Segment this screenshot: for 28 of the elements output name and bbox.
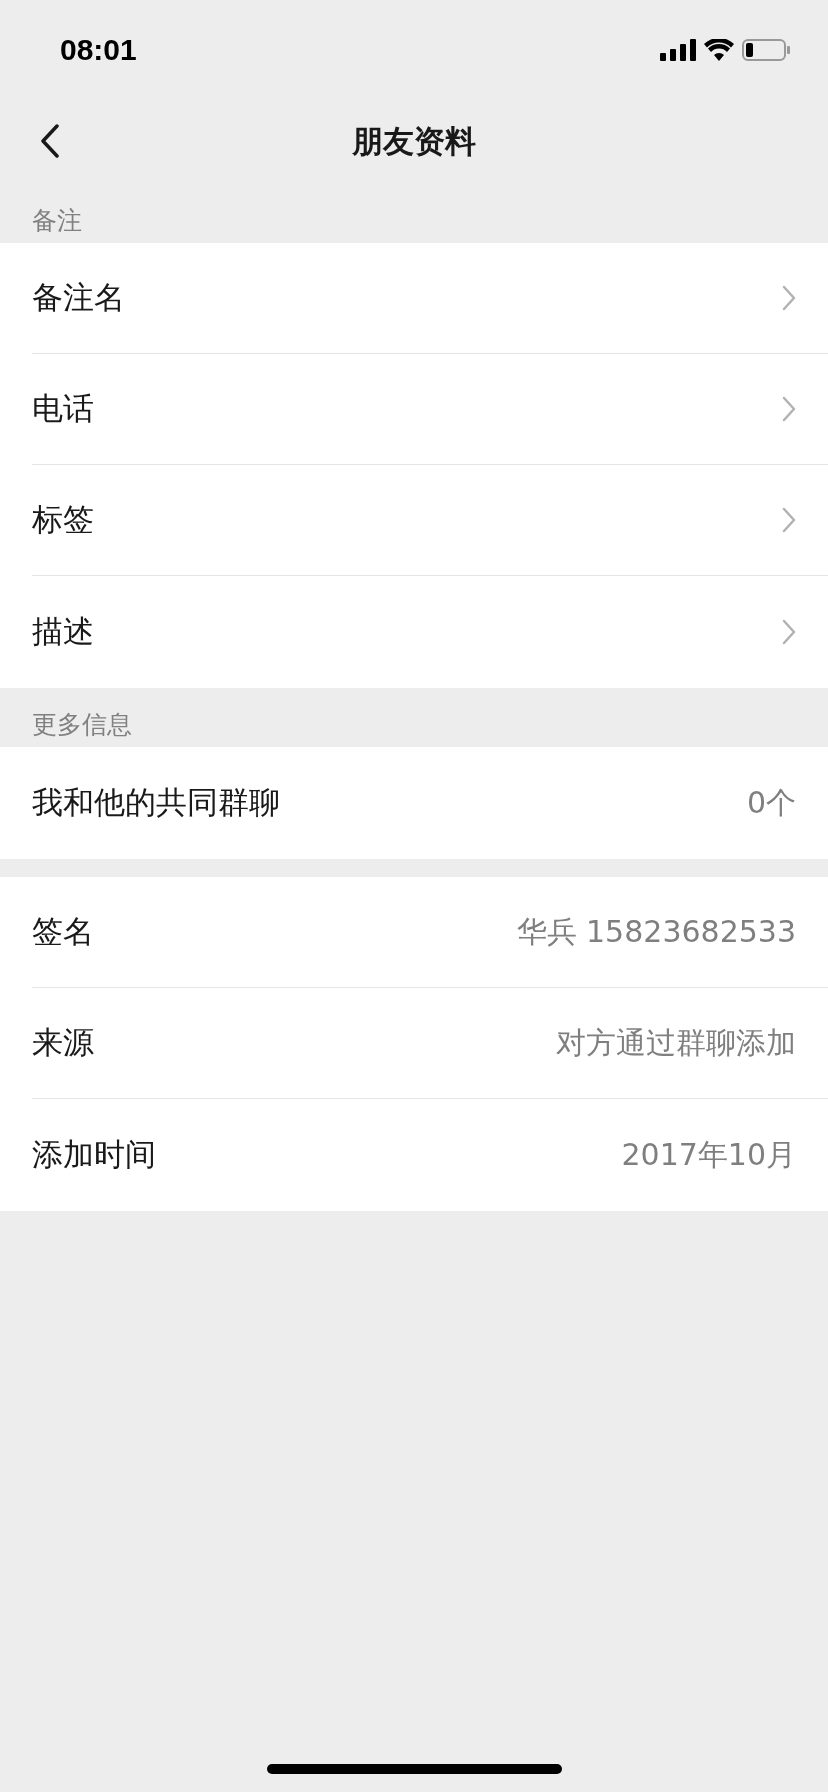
list-item[interactable]: 电话: [32, 354, 828, 465]
item-label: 描述: [32, 612, 95, 651]
list-item[interactable]: 标签: [32, 465, 828, 576]
item-value: 0个: [746, 783, 796, 822]
item-label: 备注名: [32, 278, 126, 317]
battery-icon: [742, 39, 790, 61]
item-label: 我和他的共同群聊: [32, 783, 281, 822]
item-value: 华兵 15823682533: [516, 912, 796, 951]
back-icon: [40, 124, 60, 158]
item-value: 对方通过群聊添加: [556, 1023, 796, 1062]
list-item[interactable]: 描述: [32, 576, 828, 688]
section-header: 更多信息: [31, 709, 133, 741]
item-label: 来源: [32, 1023, 95, 1062]
wifi-icon: [704, 39, 734, 61]
item-label: 签名: [32, 912, 95, 951]
item-label: 电话: [32, 389, 95, 428]
list-item[interactable]: 签名 华兵 15823682533: [32, 877, 828, 988]
status-time: 08:01: [60, 33, 137, 67]
list-item[interactable]: 添加时间 2017年10月: [32, 1099, 828, 1211]
page-title: 朋友资料: [352, 122, 476, 161]
item-label: 添加时间: [32, 1135, 157, 1174]
list-item[interactable]: 备注名: [32, 243, 828, 354]
section-header: 备注: [31, 205, 83, 237]
list-item[interactable]: 我和他的共同群聊 0个: [32, 747, 828, 859]
list-item[interactable]: 来源 对方通过群聊添加: [32, 988, 828, 1099]
signal-icon: [660, 39, 696, 61]
item-value: 2017年10月: [621, 1135, 796, 1174]
item-label: 标签: [32, 500, 95, 539]
